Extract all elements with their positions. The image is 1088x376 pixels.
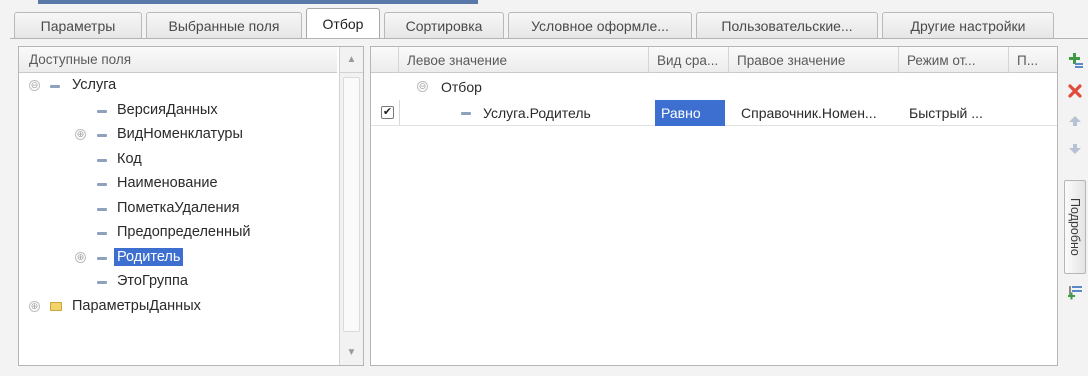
add-condition-icon[interactable] [1064,50,1086,72]
field-icon [97,281,107,284]
tree-item-eto-gruppa[interactable]: ЭтоГруппа [19,270,339,295]
tab-conditional-format[interactable]: Условное оформле... [508,12,692,38]
field-icon [50,85,60,88]
expand-icon[interactable]: ⊕ [75,251,86,263]
settings-tabs: Параметры Выбранные поля Отбор Сортировк… [14,8,1088,38]
expand-icon[interactable]: ⊕ [29,300,40,312]
details-button[interactable]: Подробно [1064,180,1086,274]
filter-grid: Левое значение Вид сра... Правое значени… [370,46,1058,366]
column-header-left-value[interactable]: Левое значение [399,47,649,73]
tab-user-fields[interactable]: Пользовательские... [696,12,878,38]
field-icon [97,183,107,186]
collapse-icon[interactable]: ⊖ [417,81,428,92]
p-cell[interactable] [1011,100,1055,126]
filter-condition-row[interactable]: ✔ Услуга.Родитель Равно Справочник.Номен… [371,100,1057,126]
field-icon [97,158,107,162]
group-conditions-icon[interactable] [1064,282,1086,304]
column-header-check [371,47,399,73]
column-header-p[interactable]: П... [1009,47,1057,73]
tab-sorting[interactable]: Сортировка [384,12,504,38]
tree-item-parametry-dannyh[interactable]: ⊕ ПараметрыДанных [19,295,339,320]
condition-checkbox[interactable]: ✔ [381,106,394,119]
tree-item-label: ПараметрыДанных [72,297,201,314]
available-fields-panel: Доступные поля ▲ ▼ ⊖ Услуга ВерсияДанных… [18,46,364,366]
tree-item-label: Код [117,150,142,167]
scroll-down-icon[interactable]: ▼ [340,339,363,365]
tree-item-label: ПометкаУдаления [117,199,240,216]
folder-icon [50,301,62,311]
tab-filter[interactable]: Отбор [306,8,380,38]
tree-item-roditel[interactable]: ⊕ Родитель [19,246,339,271]
field-icon [97,134,107,137]
delete-icon[interactable] [1064,80,1086,102]
field-icon [97,207,107,211]
tree-item-pometka-udaleniya[interactable]: ПометкаУдаления [19,197,339,222]
field-icon [97,256,107,260]
mode-cell[interactable]: Быстрый ... [903,100,1007,126]
move-down-icon[interactable] [1064,138,1086,160]
tree-item-label: ВерсияДанных [117,101,218,118]
tab-strip-border [10,38,1088,39]
tree-item-predopredelennyy[interactable]: Предопределенный [19,221,339,246]
tree-item-label: ЭтоГруппа [117,273,188,289]
right-value-cell[interactable]: Справочник.Номен... [735,100,895,126]
collapse-icon[interactable]: ⊖ [29,80,40,91]
tree-item-versiya-dannyh[interactable]: ВерсияДанных [19,99,339,124]
column-header-right-value[interactable]: Правое значение [729,47,899,73]
filter-group-row[interactable]: ⊖ Отбор [371,74,1057,100]
tree-item-label: ВидНоменклатуры [117,126,243,142]
tree-item-kod[interactable]: Код [19,148,339,173]
scroll-up-icon[interactable]: ▲ [340,47,363,73]
move-up-icon[interactable] [1064,110,1086,132]
tab-selected-fields[interactable]: Выбранные поля [146,12,302,38]
available-fields-header: Доступные поля [19,47,337,73]
field-icon [461,112,471,115]
tree-item-label: Наименование [117,175,218,191]
filter-grid-header: Левое значение Вид сра... Правое значени… [371,47,1057,73]
tree-item-naimenovanie[interactable]: Наименование [19,172,339,197]
tree-item-usluga[interactable]: ⊖ Услуга [19,74,339,99]
available-fields-title: Доступные поля [29,52,132,67]
fields-tree: ⊖ Услуга ВерсияДанных ⊕ ВидНоменклатуры … [19,74,339,319]
filter-group-label: Отбор [441,79,482,95]
tree-item-label: Предопределенный [117,224,251,240]
expand-icon[interactable]: ⊕ [75,129,86,140]
tab-other-settings[interactable]: Другие настройки [882,12,1054,38]
left-value-cell[interactable]: Услуга.Родитель [477,100,649,126]
column-header-mode[interactable]: Режим от... [899,47,1009,73]
tree-item-label: Услуга [72,77,117,93]
filter-toolbar: Подробно [1062,46,1088,366]
field-icon [97,232,107,235]
tree-item-vid-nomenklatury[interactable]: ⊕ ВидНоменклатуры [19,123,339,148]
window-top-accent [38,0,478,4]
details-label: Подробно [1068,198,1082,256]
field-icon [97,109,107,113]
comparison-cell[interactable]: Равно [655,100,725,126]
tree-item-label: Родитель [114,247,184,266]
column-header-comparison[interactable]: Вид сра... [649,47,729,73]
tab-parameters[interactable]: Параметры [14,12,142,38]
scrollbar[interactable]: ▲ ▼ [339,47,363,365]
scroll-thumb[interactable] [343,77,360,332]
